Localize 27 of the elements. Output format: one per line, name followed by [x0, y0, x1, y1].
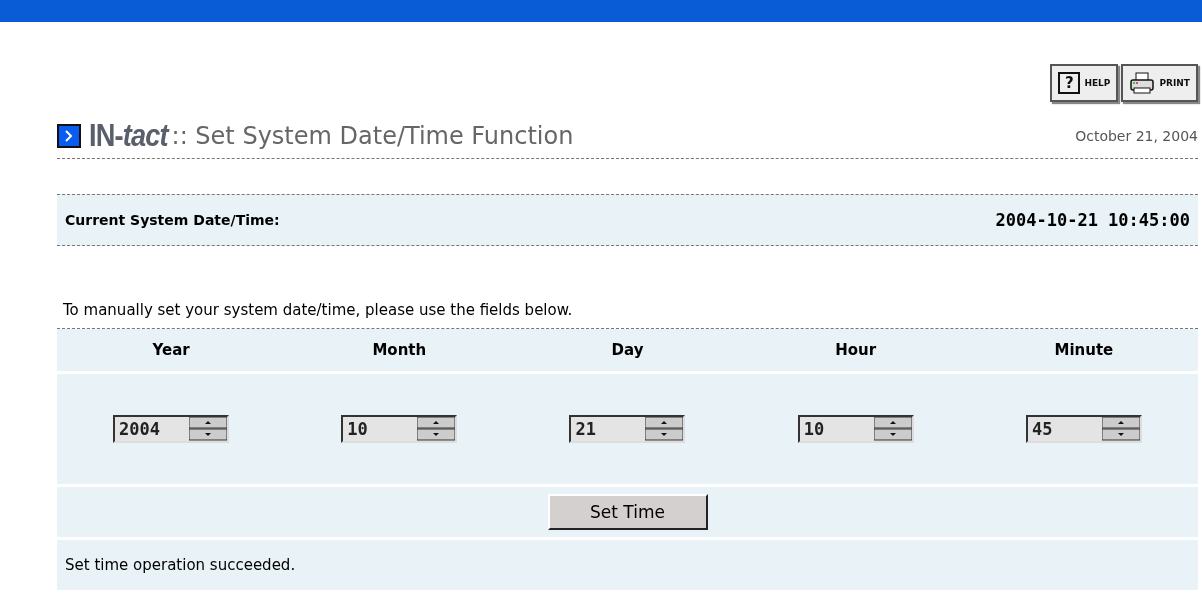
- spin-buttons[interactable]: [189, 417, 228, 441]
- spin-buttons[interactable]: [1101, 417, 1140, 441]
- spinner-field[interactable]: 2004: [113, 415, 230, 443]
- spinner-field[interactable]: 21: [569, 415, 686, 443]
- status-message: Set time operation succeeded.: [57, 540, 1198, 590]
- spin-buttons[interactable]: [645, 417, 684, 441]
- current-time-label: Current System Date/Time:: [65, 212, 280, 228]
- current-time-value: 2004-10-21 10:45:00: [995, 210, 1190, 230]
- column-header: Minute: [1054, 341, 1114, 359]
- instruction-text: To manually set your system date/time, please use the fields below.: [63, 301, 574, 319]
- spinner-field[interactable]: 10: [797, 415, 914, 443]
- page-title: :: Set System Date/Time Function: [171, 121, 575, 150]
- printer-icon: [1129, 72, 1156, 94]
- spin-buttons[interactable]: [873, 417, 912, 441]
- question-icon: ?: [1058, 72, 1081, 94]
- help-button[interactable]: ? HELP: [1050, 64, 1119, 102]
- print-button[interactable]: PRINT: [1121, 64, 1198, 102]
- spinner-field[interactable]: 10: [341, 415, 458, 443]
- spin-buttons[interactable]: [417, 417, 456, 441]
- set-time-button[interactable]: Set Time: [547, 494, 708, 530]
- spinner-field[interactable]: 45: [1025, 415, 1142, 443]
- column-header: Month: [372, 341, 427, 359]
- brand-logo: IN-tact: [89, 117, 168, 154]
- page-date: October 21, 2004: [1075, 127, 1198, 144]
- column-header: Year: [152, 341, 190, 359]
- column-header: Day: [611, 341, 644, 359]
- column-header: Hour: [835, 341, 877, 359]
